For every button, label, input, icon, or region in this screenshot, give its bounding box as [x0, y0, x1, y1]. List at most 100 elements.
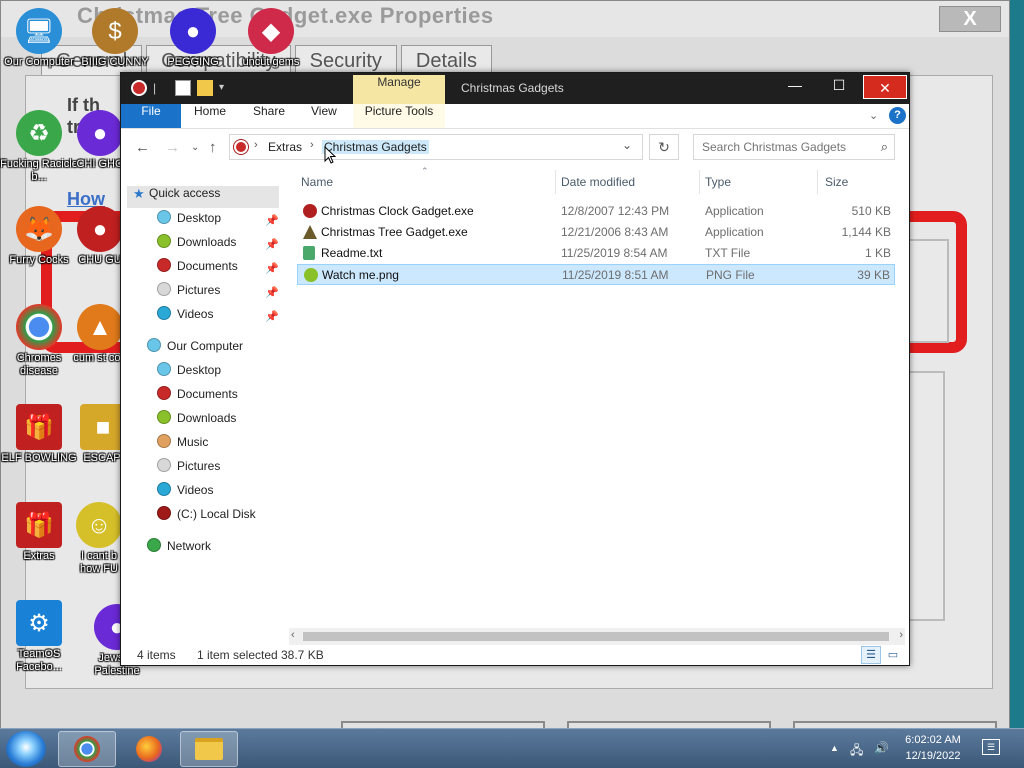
file-row[interactable]: Readme.txt 11/25/2019 8:54 AM TXT File 1… [297, 243, 895, 264]
column-header-name[interactable]: Name [301, 175, 333, 189]
tab-picture-tools[interactable]: Picture Tools [353, 104, 445, 128]
large-icons-view-icon[interactable]: ▭ [883, 646, 903, 664]
back-arrow-icon[interactable]: ← [135, 139, 150, 156]
file-date: 12/8/2007 12:43 PM [561, 204, 670, 218]
breadcrumb-christmas-gadgets[interactable]: Christmas Gadgets [322, 140, 429, 154]
desktop-icon-i-cant-b[interactable]: ☺ I cant b how FU [74, 502, 124, 576]
desktop-icon-recycle-bin[interactable]: ♻ Fucking Racicle b... [0, 110, 78, 184]
nav-item-our-computer[interactable]: Our Computer [147, 338, 243, 360]
column-divider[interactable] [555, 170, 556, 194]
forward-arrow-icon[interactable]: → [165, 139, 180, 156]
nav-item-videos[interactable]: Videos [157, 306, 213, 328]
file-list: ⌃ Name Date modified Type Size Christmas… [297, 166, 899, 630]
start-button[interactable] [6, 731, 46, 767]
nav-item-videos[interactable]: Videos [157, 482, 213, 504]
recent-locations-icon[interactable]: ⌄ [191, 142, 199, 153]
nav-item-desktop[interactable]: Desktop [157, 210, 221, 232]
tab-file[interactable]: File [121, 104, 181, 128]
nav-item-documents[interactable]: Documents [157, 386, 238, 408]
desktop-icon-escap[interactable]: ■ ESCAP [80, 404, 126, 465]
column-divider[interactable] [699, 170, 700, 194]
pin-icon[interactable]: 📌 [265, 262, 279, 275]
nav-item-quick-access[interactable]: ★ Quick access [127, 186, 279, 208]
desktop-icon-teamos[interactable]: ⚙ TeamOS Facebo... [0, 600, 78, 674]
desktop-icon-pegging[interactable]: ● PEGGING [154, 8, 232, 69]
nav-item-downloads[interactable]: Downloads [157, 234, 236, 256]
up-arrow-icon[interactable]: ↑ [209, 139, 217, 156]
properties-icon[interactable] [175, 80, 191, 96]
help-icon[interactable]: ? [889, 107, 906, 124]
minimize-button[interactable]: — [773, 73, 817, 97]
search-input[interactable] [694, 135, 874, 159]
address-bar[interactable]: › Extras › Christmas Gadgets ⌄ [229, 134, 643, 160]
properties-close-button[interactable]: X [939, 6, 1001, 32]
pin-icon[interactable]: 📌 [265, 310, 279, 323]
tab-home[interactable]: Home [194, 104, 226, 128]
nav-item-documents[interactable]: Documents [157, 258, 238, 280]
tab-view[interactable]: View [311, 104, 337, 128]
file-row[interactable]: Christmas Clock Gadget.exe 12/8/2007 12:… [297, 201, 895, 222]
expand-ribbon-icon[interactable]: ⌄ [869, 109, 878, 122]
desktop-icon-elf-bowling[interactable]: 🎁 ELF BOWLING [0, 404, 78, 465]
nav-item-network[interactable]: Network [147, 538, 211, 560]
nav-item-desktop[interactable]: Desktop [157, 362, 221, 384]
close-button[interactable]: ✕ [863, 75, 907, 99]
nav-item-local-disk[interactable]: (C:) Local Disk [157, 506, 256, 528]
tab-share[interactable]: Share [253, 104, 285, 128]
nav-item-pictures[interactable]: Pictures [157, 458, 220, 480]
ornament-icon [157, 386, 171, 400]
taskbar-chrome[interactable] [58, 731, 116, 767]
pin-icon[interactable]: 📌 [265, 286, 279, 299]
pin-icon[interactable]: 📌 [265, 238, 279, 251]
column-header-size[interactable]: Size [825, 175, 848, 189]
show-hidden-icons-icon[interactable]: ▲ [830, 743, 839, 753]
ornament-icon [304, 268, 318, 282]
file-row[interactable]: Watch me.png 11/25/2019 8:51 AM PNG File… [297, 264, 895, 285]
desktop-icon-label: Extras [23, 550, 55, 562]
desktop-icon-our-computer[interactable]: 🖥 Our Computer [0, 8, 78, 69]
column-header-date-modified[interactable]: Date modified [561, 175, 635, 189]
taskbar-firefox[interactable] [120, 731, 178, 767]
customize-toolbar-icon[interactable]: ▾ [219, 80, 235, 96]
window-title: Christmas Gadgets [461, 81, 564, 95]
scroll-left-icon[interactable]: ‹ [291, 629, 295, 641]
refresh-button[interactable]: ↻ [649, 134, 679, 160]
file-size: 39 KB [857, 268, 890, 282]
network-icon[interactable]: 🖧 [850, 741, 863, 762]
nav-item-downloads[interactable]: Downloads [157, 410, 236, 432]
pin-icon[interactable]: 📌 [265, 214, 279, 227]
column-divider[interactable] [817, 170, 818, 194]
file-row[interactable]: Christmas Tree Gadget.exe 12/21/2006 8:4… [297, 222, 895, 243]
maximize-button[interactable]: ☐ [817, 73, 861, 97]
navigation-bar: ← → ⌄ ↑ › Extras › Christmas Gadgets ⌄ ↻… [121, 130, 909, 166]
details-view-icon[interactable]: ☰ [861, 646, 881, 664]
chevron-right-icon[interactable]: › [254, 139, 258, 151]
ornament-icon [157, 410, 171, 424]
desktop-icon-furry-cocks[interactable]: 🦊 Furry Cocks [0, 206, 78, 267]
scrollbar-thumb[interactable] [303, 632, 889, 641]
taskbar-file-explorer[interactable] [180, 731, 238, 767]
orb-icon: ● [77, 110, 123, 156]
horizontal-scrollbar[interactable]: ‹ › [289, 628, 905, 645]
file-date: 11/25/2019 8:51 AM [562, 268, 669, 282]
desktop-icon-extras[interactable]: 🎁 Extras [0, 502, 78, 563]
desktop-icon-uncut-gems[interactable]: ◆ uncut gems [232, 8, 310, 69]
tab-details[interactable]: Details [400, 45, 493, 75]
system-clock[interactable]: 6:02:02 AM 12/19/2022 [898, 732, 968, 764]
new-folder-icon[interactable] [197, 80, 213, 96]
nav-item-pictures[interactable]: Pictures [157, 282, 220, 304]
scroll-right-icon[interactable]: › [899, 629, 903, 641]
breadcrumb-extras[interactable]: Extras [268, 140, 302, 154]
desktop-icon-chromes-disease[interactable]: Chromes disease [0, 304, 78, 378]
manage-tab[interactable]: Manage [353, 75, 445, 104]
desktop-icon-biiig-cunny[interactable]: $ BIIIG CUNNY [76, 8, 154, 69]
nav-item-music[interactable]: Music [157, 434, 208, 456]
chevron-down-icon[interactable]: ⌄ [622, 138, 632, 152]
recycle-bin-icon: ♻ [16, 110, 62, 156]
chevron-right-icon[interactable]: › [310, 139, 314, 151]
column-header-type[interactable]: Type [705, 175, 731, 189]
file-name: Readme.txt [321, 246, 383, 260]
search-box[interactable]: ⌕ [693, 134, 895, 160]
notifications-icon[interactable]: ☰ [982, 739, 1000, 755]
volume-icon[interactable]: 🔊 [874, 741, 889, 755]
